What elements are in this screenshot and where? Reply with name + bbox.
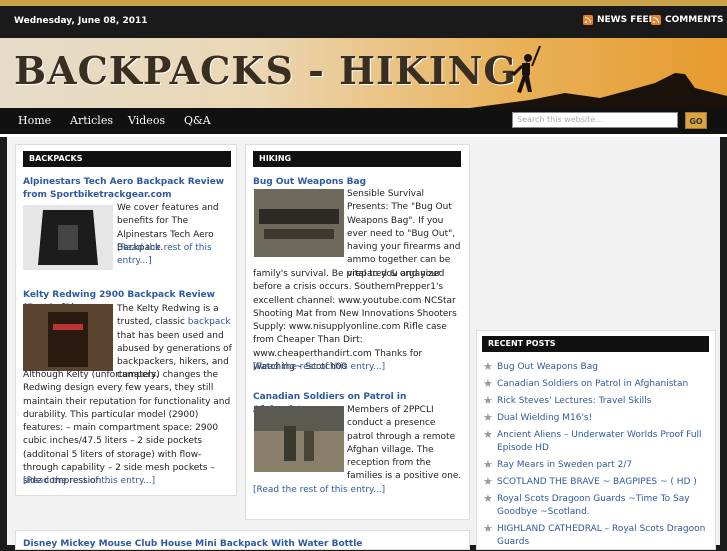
nav-home[interactable]: Home — [18, 114, 51, 127]
comments-feed-link[interactable]: COMMENTS — [651, 15, 723, 25]
sidebar-ad-space — [476, 144, 716, 324]
hiker-silhouette-icon — [470, 45, 727, 108]
recent-post-link[interactable]: SCOTLAND THE BRAVE ~ BAGPIPES ~ ( HD ) — [497, 476, 707, 489]
star-icon: ★ — [483, 394, 493, 407]
post-thumbnail[interactable] — [254, 189, 344, 257]
post-excerpt: Members of 2PPCLI conduct a presence pat… — [347, 405, 462, 482]
recent-posts-heading: RECENT POSTS — [482, 336, 709, 352]
post-excerpt-tail: Although Kelty (unfortunately) changes t… — [23, 370, 231, 487]
search-input[interactable]: Search this website... — [512, 112, 678, 128]
recent-post-link[interactable]: Ancient Aliens – Underwater Worlds Proof… — [497, 429, 707, 455]
post-title-alpinestars[interactable]: Alpinestars Tech Aero Backpack Review fr… — [23, 176, 233, 202]
recent-post-link[interactable]: Ray Mears in Sweden part 2/7 — [497, 459, 707, 472]
rss-icon — [651, 15, 661, 25]
rss-icon — [583, 15, 593, 25]
recent-post-link[interactable]: Rick Steves' Lectures: Travel Skills — [497, 395, 707, 408]
hiking-heading: HIKING — [253, 151, 461, 167]
backpacks-heading: BACKPACKS — [23, 151, 231, 167]
nav-qa[interactable]: Q&A — [184, 114, 211, 127]
read-more-link[interactable]: [Read the rest of this entry...] — [23, 475, 233, 488]
star-icon: ★ — [483, 360, 493, 373]
star-icon: ★ — [483, 377, 493, 390]
star-icon: ★ — [483, 492, 493, 505]
nav-articles[interactable]: Articles — [70, 114, 113, 127]
post-excerpt-tail: family's survival. Be prepared & organiz… — [253, 269, 457, 373]
post-thumbnail[interactable] — [23, 304, 113, 371]
news-feed-link[interactable]: NEWS FEED — [583, 15, 656, 25]
recent-post-link[interactable]: Bug Out Weapons Bag — [497, 361, 707, 374]
post-thumbnail[interactable] — [254, 406, 344, 472]
nav-videos[interactable]: Videos — [128, 114, 165, 127]
news-feed-label: NEWS FEED — [597, 15, 657, 25]
read-more-link[interactable]: [Read the rest of this entry...] — [253, 484, 465, 497]
star-icon: ★ — [483, 458, 493, 471]
star-icon: ★ — [483, 522, 493, 535]
recent-post-link[interactable]: Dual Wielding M16's! — [497, 412, 707, 425]
date-label: Wednesday, June 08, 2011 — [14, 16, 148, 26]
star-icon: ★ — [483, 411, 493, 424]
star-icon: ★ — [483, 475, 493, 488]
top-bar: Wednesday, June 08, 2011 NEWS FEED COMME… — [0, 0, 727, 38]
read-more-link[interactable]: [Read the rest of this entry...] — [253, 361, 465, 374]
recent-post-link[interactable]: Royal Scots Dragoon Guards ~Time To Say … — [497, 493, 707, 519]
read-more-link[interactable]: [Read the rest of this entry...] — [117, 242, 235, 269]
star-icon: ★ — [483, 428, 493, 441]
site-logo[interactable]: BACKPACKS - HIKING — [14, 48, 517, 93]
recent-post-link[interactable]: Canadian Soldiers on Patrol in Afghanist… — [497, 378, 707, 391]
recent-post-link[interactable]: HIGHLAND CATHEDRAL – Royal Scots Dragoon… — [497, 523, 707, 549]
comments-feed-label: COMMENTS — [665, 15, 724, 25]
header-banner: BACKPACKS - HIKING — [0, 38, 727, 108]
search-go-button[interactable]: GO — [685, 112, 707, 129]
post-thumbnail[interactable] — [23, 205, 113, 270]
